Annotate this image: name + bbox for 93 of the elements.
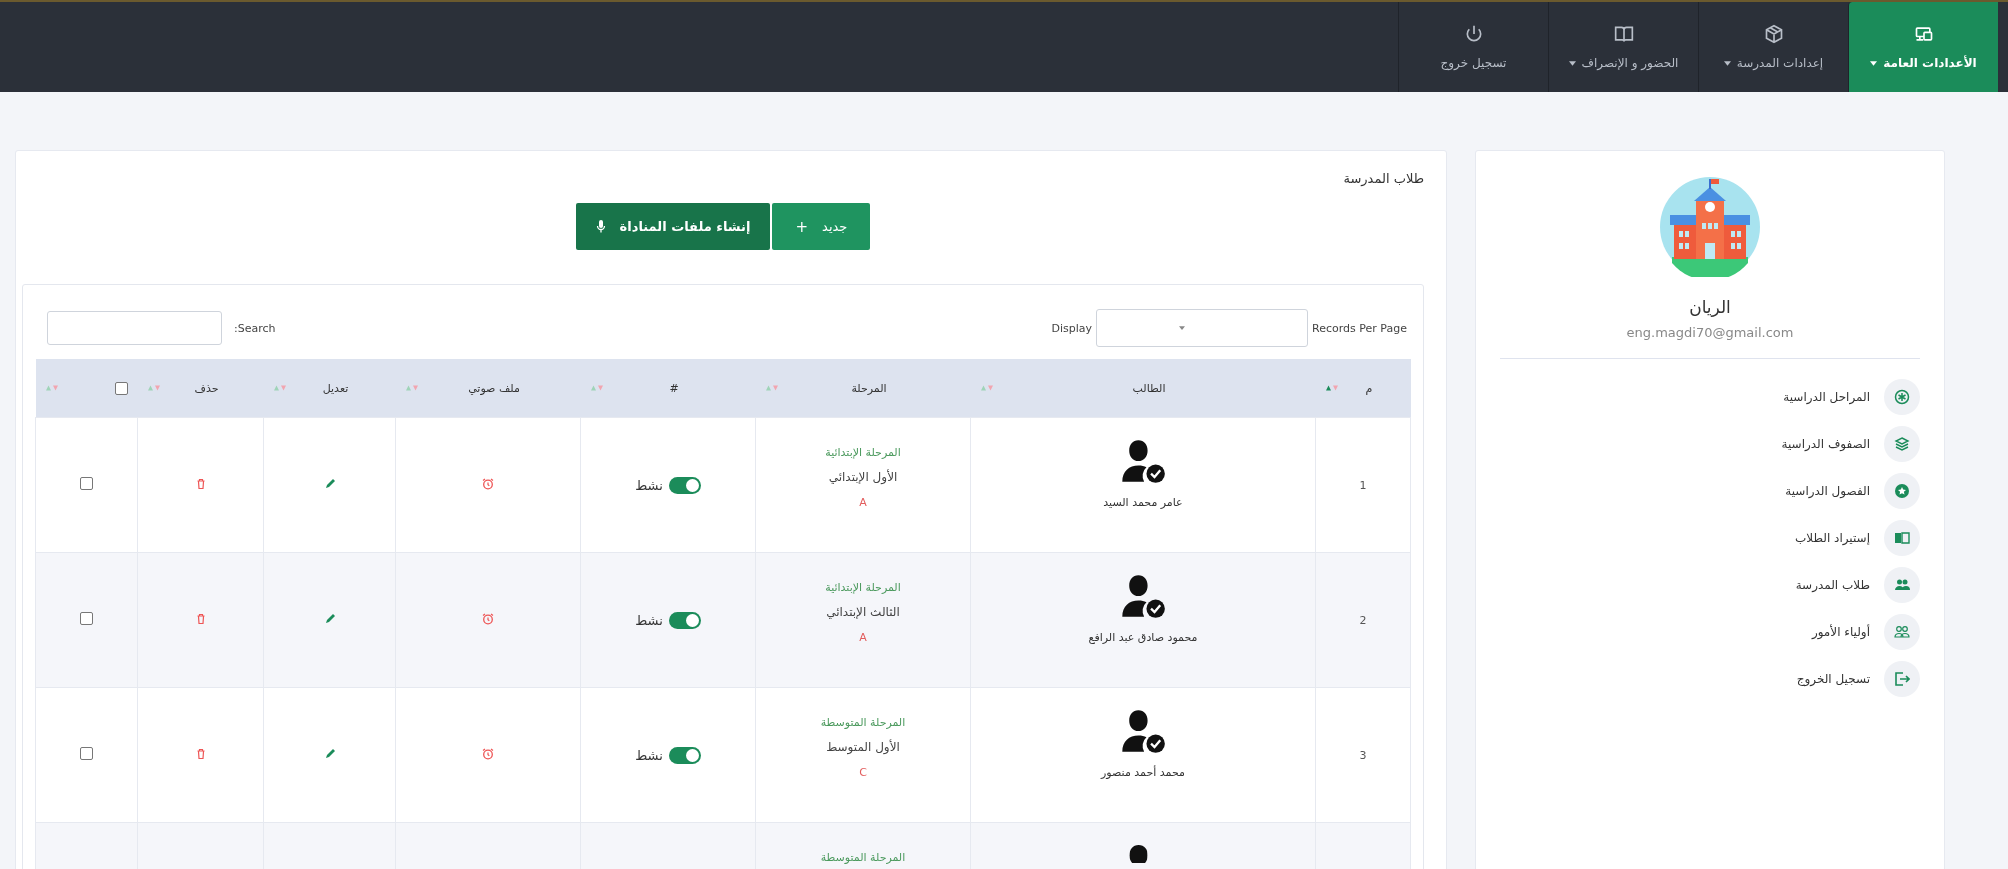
book-icon (1894, 530, 1910, 546)
menu-icon-circle[interactable] (1884, 567, 1920, 603)
search-field[interactable] (47, 311, 222, 345)
user-check-icon (1120, 708, 1166, 754)
menu-item[interactable]: المراحل الدراسية (1783, 390, 1870, 404)
pencil-icon[interactable] (323, 477, 336, 490)
select-all-checkbox[interactable] (114, 381, 128, 395)
caret-icon (1179, 326, 1186, 330)
user-check-icon (1120, 573, 1166, 619)
pencil-icon[interactable] (323, 612, 336, 625)
person-icon (1129, 845, 1148, 863)
pencil-icon[interactable] (323, 747, 336, 760)
row-number: 2 (1359, 613, 1367, 627)
microphone-icon (595, 219, 606, 234)
records-label: Records Per Page (1312, 321, 1407, 335)
menu-icon-circle[interactable] (1884, 379, 1920, 415)
stage-text: المرحلة المتوسطة (819, 850, 907, 866)
caret-icon (1870, 60, 1878, 66)
alarm-clock-icon[interactable] (482, 477, 494, 490)
column-header[interactable]: حذف (137, 359, 264, 418)
menu-item[interactable]: الصفوف الدراسية (1781, 437, 1870, 451)
stage-text: المرحلة الإبتدائية (824, 580, 902, 596)
menu-icon-circle[interactable] (1884, 520, 1920, 556)
caret-icon (1568, 60, 1576, 66)
column-header[interactable]: الطالب (970, 359, 1316, 418)
section-text: C (858, 765, 868, 781)
menu-item[interactable]: تسجيل الخروج (1796, 672, 1870, 686)
menu-item[interactable]: أولياء الأمور (1811, 625, 1870, 639)
stage-text: المرحلة الإبتدائية (824, 445, 902, 461)
status-text: نشط (635, 612, 663, 628)
search-label: Search: (234, 321, 276, 335)
alarm-clock-icon[interactable] (482, 747, 494, 760)
row-number: 1 (1359, 478, 1367, 492)
menu-icon-circle[interactable] (1884, 426, 1920, 462)
status-text: نشط (635, 747, 663, 763)
student-name: عامر محمد السيد (1102, 496, 1184, 509)
sort-icon (147, 385, 160, 391)
sort-icon (980, 385, 993, 391)
grade-text: الأول المتوسط (825, 738, 901, 757)
row-checkbox[interactable] (80, 747, 93, 760)
menu-icon-circle[interactable] (1884, 661, 1920, 697)
column-header[interactable]: م (1315, 359, 1411, 418)
column-header[interactable]: تعديل (263, 359, 396, 418)
row-checkbox[interactable] (80, 477, 93, 490)
nav-tab[interactable]: إعدادات المدرسة (1698, 2, 1848, 92)
sort-icon (45, 385, 58, 391)
student-name: محمود صادق عبد الرافع (1087, 631, 1199, 644)
column-header[interactable]: # (580, 359, 756, 418)
section-text: A (858, 630, 868, 646)
logout-icon (1894, 671, 1910, 687)
nav-tab[interactable]: الحضور و الإنصراف (1548, 2, 1698, 92)
user-check-icon (1120, 438, 1166, 484)
users-icon (1894, 624, 1910, 640)
new-button[interactable]: جديد + (772, 203, 871, 250)
sort-icon (1325, 385, 1338, 391)
alarm-clock-icon[interactable] (482, 612, 494, 625)
student-name: محمد أحمد منصور (1099, 766, 1186, 779)
layers-icon (1894, 436, 1910, 452)
menu-icon-circle[interactable] (1884, 614, 1920, 650)
caret-icon (1723, 60, 1731, 66)
menu-icon-circle[interactable] (1884, 473, 1920, 509)
users-icon (1894, 577, 1910, 593)
status-text: نشط (635, 477, 663, 493)
book-icon (1613, 24, 1634, 44)
box-icon (1763, 24, 1784, 44)
status-toggle[interactable] (668, 611, 701, 629)
school-building-icon (1660, 177, 1760, 277)
column-header[interactable]: ملف صوتي (395, 359, 581, 418)
sort-icon (765, 385, 778, 391)
grade-text: الثالث الإبتدائي (825, 604, 901, 621)
display-label: Display (1051, 321, 1093, 335)
nav-tab[interactable]: تسجيل خروج (1398, 2, 1548, 92)
menu-item[interactable]: إستيراد الطلاب (1794, 531, 1870, 545)
page-title: طلاب المدرسة (1342, 171, 1424, 186)
column-header[interactable]: المرحلة (755, 359, 971, 418)
sort-icon (273, 385, 286, 391)
menu-item[interactable]: الفصول الدراسية (1785, 484, 1870, 498)
badge-icon (1894, 389, 1910, 405)
menu-item[interactable]: طلاب المدرسة (1795, 578, 1870, 592)
sort-icon (405, 385, 418, 391)
school-name: الريان (1689, 297, 1731, 317)
stage-text: المرحلة المتوسطة (819, 715, 907, 731)
row-checkbox[interactable] (80, 612, 93, 625)
sort-icon (590, 385, 603, 391)
grade-text: الأول الإبتدائي (827, 468, 899, 486)
create-files-button[interactable]: إنشاء ملفات المناداة (575, 203, 771, 250)
status-toggle[interactable] (668, 476, 701, 494)
section-text: A (858, 495, 868, 511)
email-text: eng.magdi70@gmail.com (1626, 325, 1794, 340)
row-number: 3 (1359, 748, 1367, 762)
devices-icon (1913, 24, 1934, 44)
status-toggle[interactable] (668, 746, 701, 764)
nav-tab[interactable]: الأعدادات العامة (1848, 2, 1998, 92)
